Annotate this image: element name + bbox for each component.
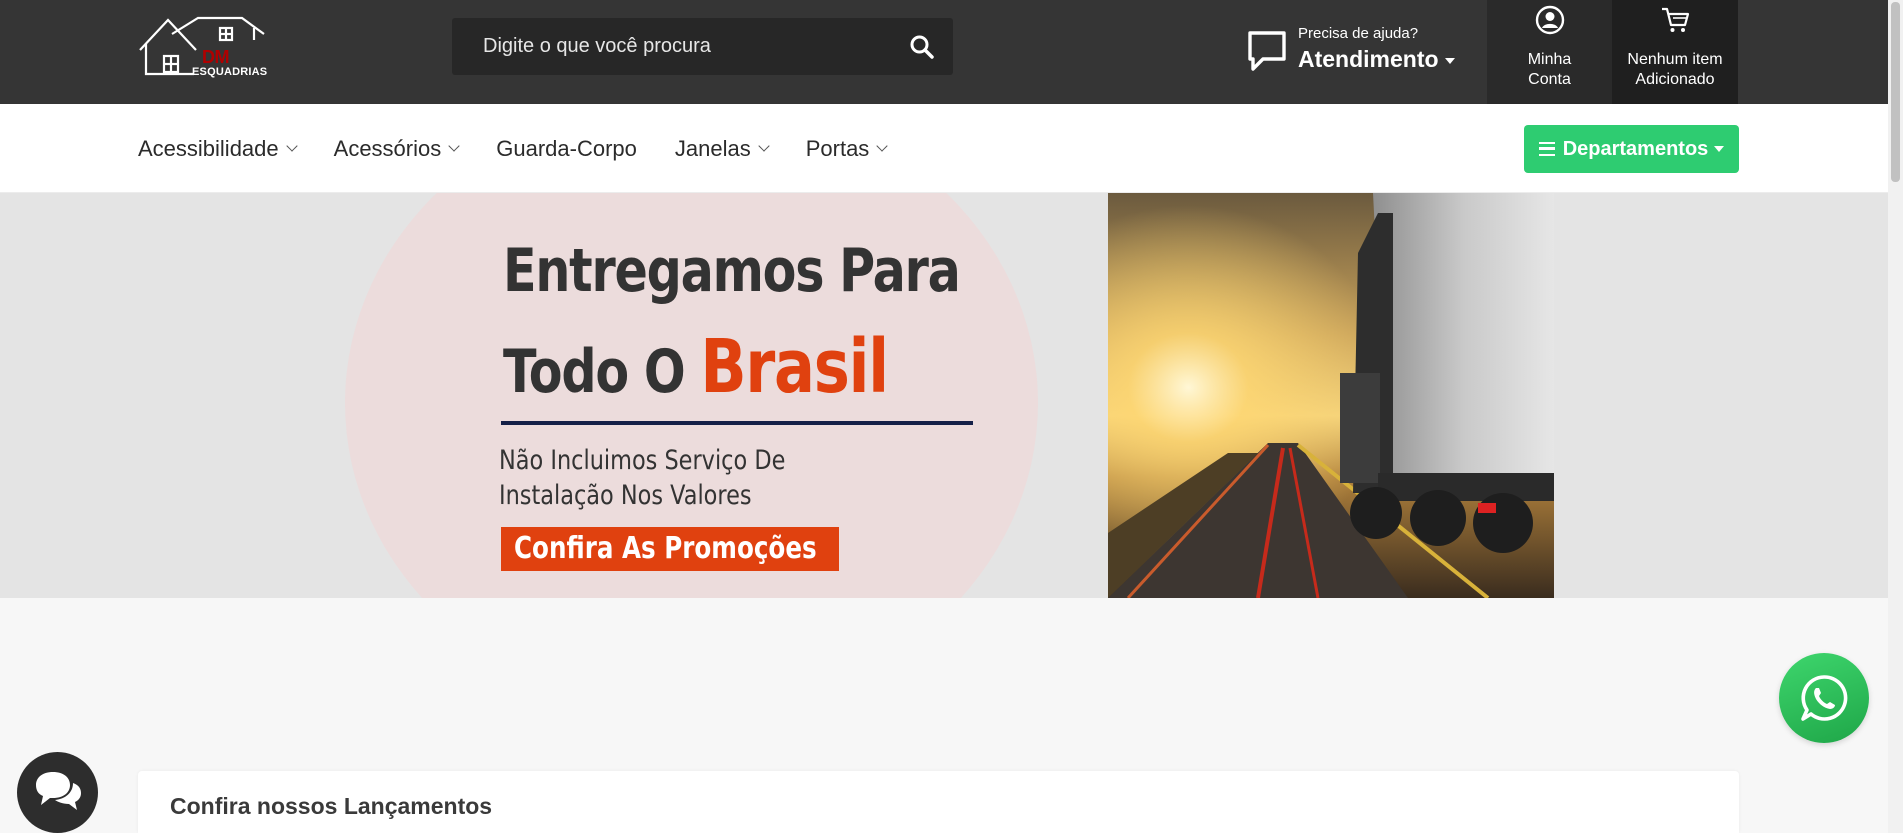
- nav-item-label: Portas: [805, 135, 870, 161]
- my-account-button[interactable]: Minha Conta: [1487, 0, 1612, 104]
- hero-banner[interactable]: Entregamos Para Todo O Brasil Não Inclui…: [0, 193, 1888, 598]
- logo-name: DM: [202, 47, 230, 67]
- banner-headline-line1: Entregamos Para: [503, 236, 961, 306]
- account-label-line2: Conta: [1528, 71, 1571, 88]
- whatsapp-icon: [1801, 675, 1848, 721]
- banner-subtext-line2: Instalação Nos Valores: [499, 480, 752, 511]
- cart-label-line2: Adicionado: [1635, 71, 1715, 88]
- chat-bubbles-icon: [36, 772, 81, 810]
- nav-item-acessibilidade[interactable]: Acessibilidade: [138, 135, 298, 162]
- caret-down-icon: [1444, 57, 1455, 64]
- help-title-text: Atendimento: [1298, 46, 1439, 72]
- caret-down-icon: [1714, 146, 1725, 152]
- search-input[interactable]: [452, 18, 892, 75]
- search-button[interactable]: [909, 34, 935, 60]
- banner-divider: [501, 421, 973, 425]
- chat-widget-button[interactable]: [17, 752, 98, 833]
- menu-icon: [1538, 142, 1555, 156]
- truck-road-photo: [1108, 193, 1554, 598]
- banner-subtext: Não Incluimos Serviço De Instalação Nos …: [499, 443, 785, 513]
- whatsapp-button[interactable]: [1779, 653, 1869, 743]
- search-bar: [452, 18, 953, 75]
- launches-heading: Confira nossos Lançamentos: [170, 793, 492, 820]
- chat-icon: [1248, 31, 1286, 71]
- nav-list: Acessibilidade Acessórios Guarda-Corpo J…: [138, 104, 924, 193]
- search-icon: [910, 35, 934, 59]
- page-scrollbar[interactable]: [1888, 0, 1903, 833]
- account-label: Minha Conta: [1487, 50, 1612, 90]
- nav-item-portas[interactable]: Portas: [805, 135, 888, 162]
- main-nav: Acessibilidade Acessórios Guarda-Corpo J…: [0, 104, 1888, 193]
- help-label: Precisa de ajuda?: [1298, 25, 1419, 42]
- cart-label-line1: Nenhum item: [1627, 51, 1723, 68]
- user-icon: [1535, 5, 1564, 35]
- promo-cta-label: Confira As Promoções: [514, 531, 817, 566]
- departments-button[interactable]: Departamentos: [1524, 125, 1739, 173]
- banner-headline-line2: Todo O Brasil: [503, 324, 889, 410]
- chevron-down-icon: [448, 140, 460, 152]
- chevron-down-icon: [876, 140, 888, 152]
- banner-headline-prefix: Todo O: [503, 337, 701, 407]
- nav-item-janelas[interactable]: Janelas: [674, 135, 770, 162]
- chevron-down-icon: [758, 140, 770, 152]
- help-title: Atendimento: [1298, 46, 1455, 73]
- launches-heading-highlight: Lançamentos: [343, 793, 493, 819]
- truck-road-image: [1108, 193, 1554, 598]
- banner-subtext-line1: Não Incluimos Serviço De: [499, 445, 786, 476]
- site-logo[interactable]: DM ESQUADRIAS: [138, 16, 272, 82]
- cart-button[interactable]: Nenhum item Adicionado: [1612, 0, 1738, 104]
- top-bar: DM ESQUADRIAS Precisa de ajuda? Atendime…: [0, 0, 1888, 104]
- cart-icon: [1662, 7, 1690, 32]
- launches-heading-prefix: Confira nossos: [170, 793, 344, 819]
- chevron-down-icon: [285, 140, 298, 152]
- cart-label: Nenhum item Adicionado: [1612, 50, 1738, 90]
- help-dropdown[interactable]: Precisa de ajuda? Atendimento: [1247, 22, 1457, 78]
- nav-item-label: Acessórios: [333, 135, 442, 161]
- banner-headline-accent: Brasil: [700, 324, 889, 410]
- promo-cta-button[interactable]: Confira As Promoções: [501, 527, 839, 571]
- nav-item-guarda-corpo[interactable]: Guarda-Corpo: [496, 136, 637, 162]
- nav-item-acessorios[interactable]: Acessórios: [333, 135, 460, 162]
- nav-item-label: Janelas: [674, 135, 751, 161]
- departments-label: Departamentos: [1562, 137, 1709, 160]
- account-label-line1: Minha: [1527, 51, 1572, 68]
- scrollbar-thumb[interactable]: [1891, 2, 1900, 182]
- logo-tagline: ESQUADRIAS: [192, 66, 268, 78]
- launches-section: Confira nossos Lançamentos: [138, 771, 1739, 833]
- nav-item-label: Guarda-Corpo: [496, 135, 637, 161]
- nav-item-label: Acessibilidade: [138, 135, 279, 161]
